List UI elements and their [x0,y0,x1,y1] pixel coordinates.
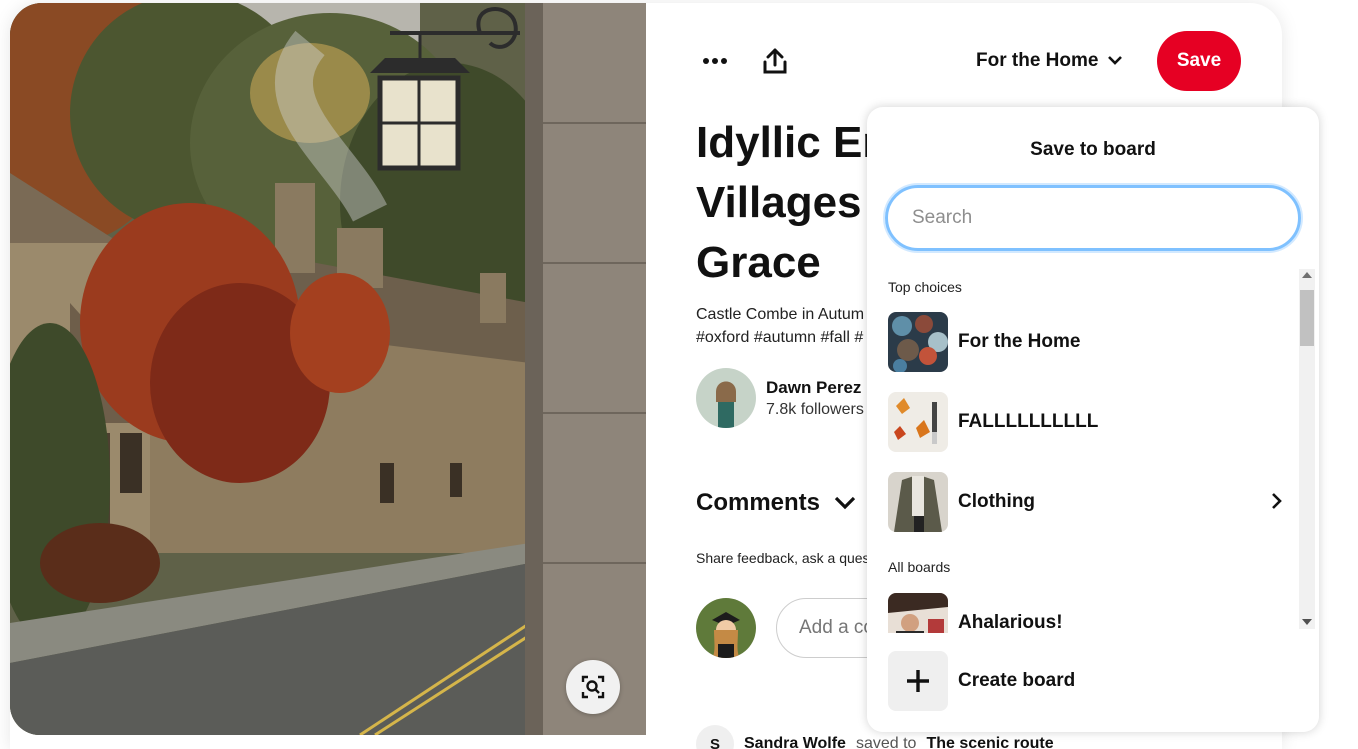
popover-footer: Create board [867,633,1319,732]
board-row-for-the-home[interactable]: For the Home [888,312,1283,372]
all-boards-label: All boards [888,559,951,575]
ellipsis-icon [703,58,727,64]
save-button[interactable]: Save [1157,31,1241,91]
share-upload-icon [763,48,787,74]
board-search-box[interactable] [885,185,1301,251]
chevron-down-icon [834,496,856,510]
save-to-board-popover: Save to board Top choices For the Home [867,107,1319,732]
board-list: Top choices For the Home FALLLLLLLLLL Cl… [867,269,1319,633]
pin-toolbar: For the Home Save [646,31,1282,91]
board-row-clothing[interactable]: Clothing [888,472,1283,532]
scroll-thumb[interactable] [1300,290,1314,346]
comment-input-placeholder: Add a co [799,617,874,638]
pin-photo [10,3,646,735]
scroll-up-arrow[interactable] [1302,272,1312,278]
leaves-thumbnail [888,392,948,452]
board-row-falllllllllll[interactable]: FALLLLLLLLLL [888,392,1283,452]
more-options-button[interactable] [691,31,739,91]
activity-text: saved to [855,735,917,749]
user-photo [696,598,756,658]
board-selector-label: For the Home [976,50,1099,71]
lens-search-icon [581,675,605,699]
comments-toggle[interactable]: Comments [696,489,856,517]
board-search-input[interactable] [912,207,1272,229]
board-name: Clothing [958,491,1036,512]
create-board-button[interactable]: Create board [888,651,1075,711]
comments-hint: Share feedback, ask a quest [696,550,874,566]
creator-photo [696,368,756,428]
plus-icon [888,651,948,711]
person-thumbnail [888,593,948,633]
board-list-scrollbar[interactable] [1299,269,1315,629]
popover-title: Save to board [1030,139,1156,160]
chevron-right-icon[interactable] [1271,492,1283,510]
board-selector[interactable]: For the Home [976,47,1123,75]
board-name: FALLLLLLLLLL [958,411,1099,432]
activity-user[interactable]: Sandra Wolfe [744,735,846,749]
creator-followers: 7.8k followers [766,400,864,418]
share-button[interactable] [751,31,799,91]
scroll-down-arrow[interactable] [1302,619,1312,625]
creator-avatar[interactable] [696,368,756,428]
comments-heading: Comments [696,489,821,516]
creator-name[interactable]: Dawn Perez [766,378,864,398]
mugs-thumbnail [888,312,948,372]
board-name: For the Home [958,331,1081,352]
cardigan-thumbnail [888,472,948,532]
current-user-avatar [696,598,756,658]
activity-board[interactable]: The scenic route [926,735,1053,749]
activity-avatar[interactable]: S [696,725,734,749]
top-choices-label: Top choices [888,279,962,295]
create-board-label: Create board [958,670,1076,691]
pin-image[interactable] [10,3,646,735]
board-name: Ahalarious! [958,612,1063,633]
chevron-down-icon [1108,56,1123,65]
creator-info[interactable]: Dawn Perez 7.8k followers [696,368,864,428]
board-row-ahalarious[interactable]: Ahalarious! [888,593,1283,633]
visual-search-button[interactable] [566,660,620,714]
